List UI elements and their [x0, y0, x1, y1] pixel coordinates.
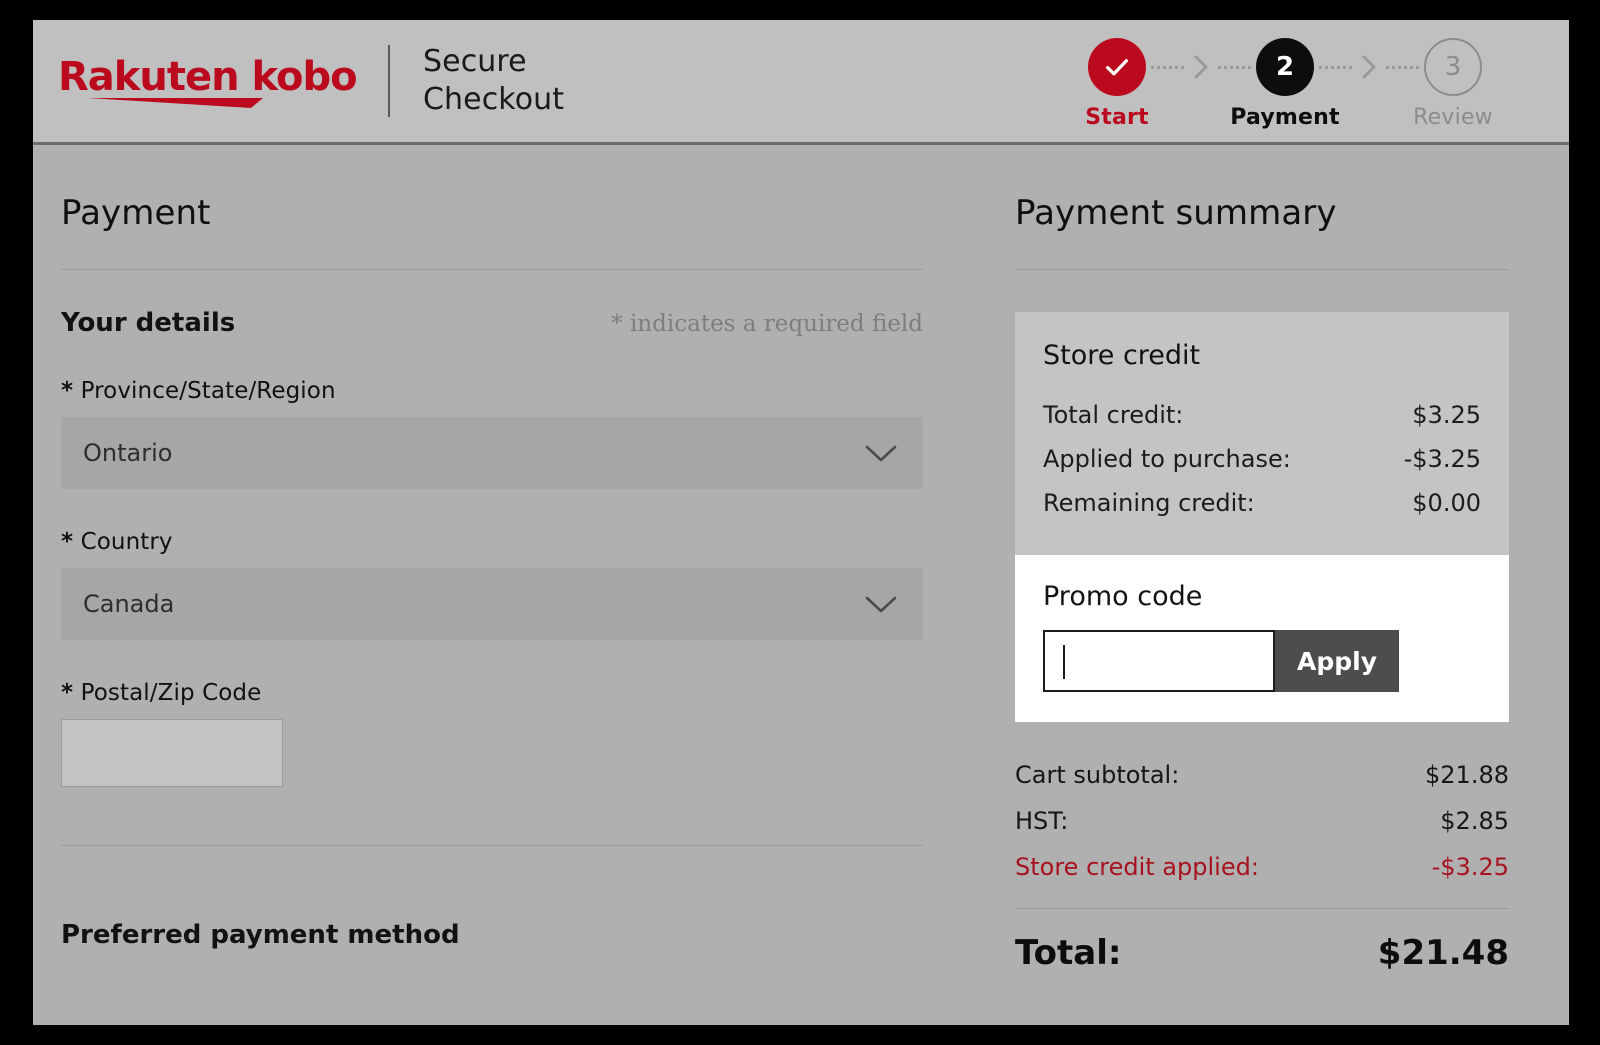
- country-field-label: * Country: [61, 529, 923, 555]
- store-credit-row: Applied to purchase: -$3.25: [1043, 437, 1481, 481]
- promo-code-panel: Promo code Apply: [1015, 555, 1509, 722]
- remaining-credit-label: Remaining credit:: [1043, 489, 1255, 517]
- grand-total-value: $21.48: [1378, 933, 1509, 973]
- grand-total-label: Total:: [1015, 933, 1121, 973]
- totals-divider: [1015, 908, 1509, 909]
- browser-viewport: Rakuten kobo Secure Checkout Start: [33, 20, 1569, 1025]
- grand-total-row: Total: $21.48: [1015, 933, 1509, 973]
- hst-label: HST:: [1015, 807, 1068, 835]
- payment-form-column: Payment Your details * indicates a requi…: [61, 145, 983, 1022]
- preferred-payment-method-heading: Preferred payment method: [61, 920, 460, 950]
- postal-code-input[interactable]: [61, 719, 283, 787]
- required-asterisk: *: [61, 680, 73, 706]
- province-select[interactable]: Ontario: [61, 417, 923, 489]
- dotted-line-icon: [1151, 66, 1184, 69]
- province-select-value: Ontario: [83, 439, 172, 467]
- stepper-label-start: Start: [1085, 105, 1149, 130]
- stepper-step-review[interactable]: 3 Review: [1393, 38, 1513, 130]
- country-select-value: Canada: [83, 590, 174, 618]
- secure-checkout-title: Secure Checkout: [423, 43, 564, 119]
- check-glyph: [1102, 52, 1132, 82]
- required-asterisk: *: [61, 529, 73, 555]
- your-details-heading: Your details: [61, 308, 235, 338]
- stepper-number-payment: 2: [1276, 52, 1294, 82]
- summary-title-divider: [1015, 269, 1509, 270]
- postal-code-field-label: * Postal/Zip Code: [61, 680, 923, 706]
- chevron-down-icon: [864, 593, 898, 615]
- page-title: Payment: [61, 145, 923, 233]
- step-number-icon: 3: [1424, 38, 1482, 96]
- country-label-text: Country: [81, 529, 173, 555]
- applied-to-purchase-label: Applied to purchase:: [1043, 445, 1291, 473]
- stepper-label-payment: Payment: [1230, 105, 1339, 130]
- stepper-label-review: Review: [1413, 105, 1493, 130]
- country-select[interactable]: Canada: [61, 568, 923, 640]
- rakuten-kobo-logo[interactable]: Rakuten kobo: [58, 50, 358, 112]
- payment-summary-title: Payment summary: [1015, 145, 1509, 233]
- checkout-stepper: Start 2 Payment: [1057, 38, 1513, 130]
- check-icon: [1088, 38, 1146, 96]
- screen-frame: Rakuten kobo Secure Checkout Start: [0, 0, 1600, 1045]
- svg-text:Rakuten kobo: Rakuten kobo: [58, 54, 357, 100]
- store-credit-row: Remaining credit: $0.00: [1043, 481, 1481, 525]
- chevron-right-icon: [1359, 53, 1379, 81]
- store-credit-row: Total credit: $3.25: [1043, 393, 1481, 437]
- page-body: Payment Your details * indicates a requi…: [33, 145, 1569, 1022]
- store-credit-applied-row: Store credit applied: -$3.25: [1015, 844, 1509, 890]
- required-field-note: * indicates a required field: [611, 311, 923, 337]
- chevron-down-icon: [864, 442, 898, 464]
- store-credit-panel: Store credit Total credit: $3.25 Applied…: [1015, 312, 1509, 555]
- province-label-text: Province/State/Region: [81, 378, 336, 404]
- province-field-label: * Province/State/Region: [61, 378, 923, 404]
- title-divider: [61, 269, 923, 270]
- cart-subtotal-label: Cart subtotal:: [1015, 761, 1179, 789]
- hst-row: HST: $2.85: [1015, 798, 1509, 844]
- promo-code-row: Apply: [1043, 630, 1481, 692]
- promo-code-title: Promo code: [1043, 581, 1481, 612]
- site-header: Rakuten kobo Secure Checkout Start: [33, 20, 1569, 145]
- total-credit-value: $3.25: [1412, 401, 1481, 429]
- promo-code-input-wrapper[interactable]: [1043, 630, 1275, 692]
- remaining-credit-value: $0.00: [1412, 489, 1481, 517]
- hst-value: $2.85: [1440, 807, 1509, 835]
- header-divider-icon: [388, 45, 390, 117]
- payment-summary-column: Payment summary Store credit Total credi…: [983, 145, 1509, 1022]
- postal-code-label-text: Postal/Zip Code: [81, 680, 262, 706]
- chevron-right-icon: [1191, 53, 1211, 81]
- apply-promo-button[interactable]: Apply: [1275, 630, 1399, 692]
- required-asterisk: *: [61, 378, 73, 404]
- store-credit-title: Store credit: [1043, 340, 1481, 371]
- cart-subtotal-row: Cart subtotal: $21.88: [1015, 752, 1509, 798]
- total-credit-label: Total credit:: [1043, 401, 1183, 429]
- form-section-divider: [61, 845, 923, 846]
- applied-to-purchase-value: -$3.25: [1404, 445, 1481, 473]
- dotted-line-icon: [1319, 66, 1352, 69]
- step-number-icon: 2: [1256, 38, 1314, 96]
- order-totals: Cart subtotal: $21.88 HST: $2.85 Store c…: [1015, 752, 1509, 973]
- cart-subtotal-value: $21.88: [1425, 761, 1509, 789]
- store-credit-applied-label: Store credit applied:: [1015, 853, 1259, 881]
- stepper-number-review: 3: [1445, 52, 1462, 82]
- text-caret-icon: [1063, 645, 1065, 679]
- store-credit-applied-value: -$3.25: [1432, 853, 1509, 881]
- your-details-row: Your details * indicates a required fiel…: [61, 308, 923, 338]
